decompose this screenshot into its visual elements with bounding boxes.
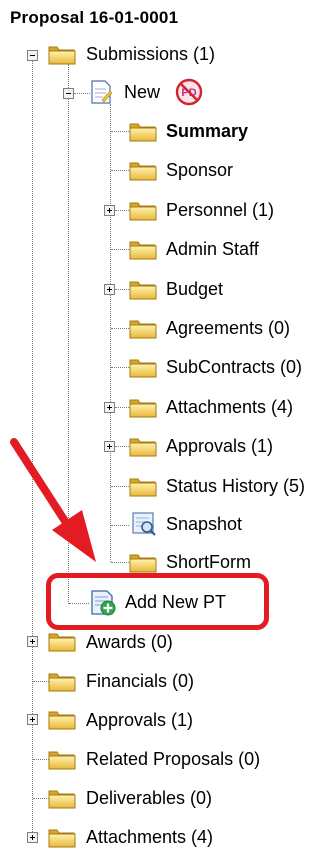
tree-connector xyxy=(33,798,49,799)
tree-connector xyxy=(111,562,129,563)
folder-icon xyxy=(129,317,157,339)
tree-connector xyxy=(111,525,129,526)
tree-item-approvals-new[interactable]: Approvals (1) xyxy=(166,435,273,457)
expand-toggle-personnel[interactable] xyxy=(104,205,115,216)
folder-icon xyxy=(129,199,157,221)
folder-icon xyxy=(48,630,76,652)
folder-icon xyxy=(48,708,76,730)
tree-item-attachments-new[interactable]: Attachments (4) xyxy=(166,396,293,418)
collapse-toggle-new[interactable] xyxy=(63,88,74,99)
folder-icon xyxy=(129,435,157,457)
tree-connector xyxy=(111,367,129,368)
snapshot-icon xyxy=(132,512,156,536)
folder-icon xyxy=(48,787,76,809)
expand-toggle-approvals[interactable] xyxy=(27,714,38,725)
expand-toggle-attachments[interactable] xyxy=(27,832,38,843)
tree-item-status-history[interactable]: Status History (5) xyxy=(166,475,305,497)
tree-connector xyxy=(33,759,49,760)
tree-item-approvals[interactable]: Approvals (1) xyxy=(86,709,193,731)
tree-connector xyxy=(111,131,129,132)
tree-connector xyxy=(33,681,49,682)
folder-icon xyxy=(129,356,157,378)
tree-item-attachments[interactable]: Attachments (4) xyxy=(86,826,213,848)
folder-icon xyxy=(129,159,157,181)
tree-connector xyxy=(115,446,129,447)
folder-icon xyxy=(48,43,76,65)
tree-connector xyxy=(111,249,129,250)
expand-toggle-attachments-new[interactable] xyxy=(104,402,115,413)
tree-item-budget[interactable]: Budget xyxy=(166,278,223,300)
tree-item-related-proposals[interactable]: Related Proposals (0) xyxy=(86,748,260,770)
folder-icon xyxy=(129,396,157,418)
tree-item-agreements[interactable]: Agreements (0) xyxy=(166,317,290,339)
folder-icon xyxy=(48,826,76,848)
folder-icon xyxy=(129,238,157,260)
collapse-toggle-submissions[interactable] xyxy=(27,50,38,61)
tree-item-deliverables[interactable]: Deliverables (0) xyxy=(86,787,212,809)
expand-toggle-budget[interactable] xyxy=(104,284,115,295)
folder-icon xyxy=(129,475,157,497)
no-pd-icon: PD xyxy=(175,78,203,106)
folder-icon xyxy=(129,551,157,573)
tree-item-submissions[interactable]: Submissions (1) xyxy=(86,43,215,65)
annotation-arrow xyxy=(10,438,96,562)
expand-toggle-awards[interactable] xyxy=(27,636,38,647)
document-edit-icon xyxy=(91,80,112,104)
tree-connector xyxy=(111,170,129,171)
tree-item-shortform[interactable]: ShortForm xyxy=(166,551,251,573)
tree-item-personnel[interactable]: Personnel (1) xyxy=(166,199,274,221)
tree-item-snapshot[interactable]: Snapshot xyxy=(166,513,242,535)
folder-icon xyxy=(48,670,76,692)
tree-connector xyxy=(115,210,129,211)
tree-connector xyxy=(111,486,129,487)
highlight-box xyxy=(46,573,269,630)
tree-item-new[interactable]: New xyxy=(124,81,160,103)
tree-item-awards[interactable]: Awards (0) xyxy=(86,631,173,653)
folder-icon xyxy=(48,748,76,770)
tree-connector xyxy=(115,407,129,408)
tree-connector xyxy=(111,328,129,329)
page-title: Proposal 16-01-0001 xyxy=(10,8,179,27)
tree-item-financials[interactable]: Financials (0) xyxy=(86,670,194,692)
folder-icon xyxy=(129,120,157,142)
tree-connector xyxy=(74,93,90,94)
tree-item-admin-staff[interactable]: Admin Staff xyxy=(166,238,259,260)
tree-line-new xyxy=(110,104,111,562)
tree-item-subcontracts[interactable]: SubContracts (0) xyxy=(166,356,302,378)
tree-item-summary[interactable]: Summary xyxy=(166,120,248,142)
folder-icon xyxy=(129,278,157,300)
tree-connector xyxy=(115,289,129,290)
tree-item-sponsor[interactable]: Sponsor xyxy=(166,159,233,181)
